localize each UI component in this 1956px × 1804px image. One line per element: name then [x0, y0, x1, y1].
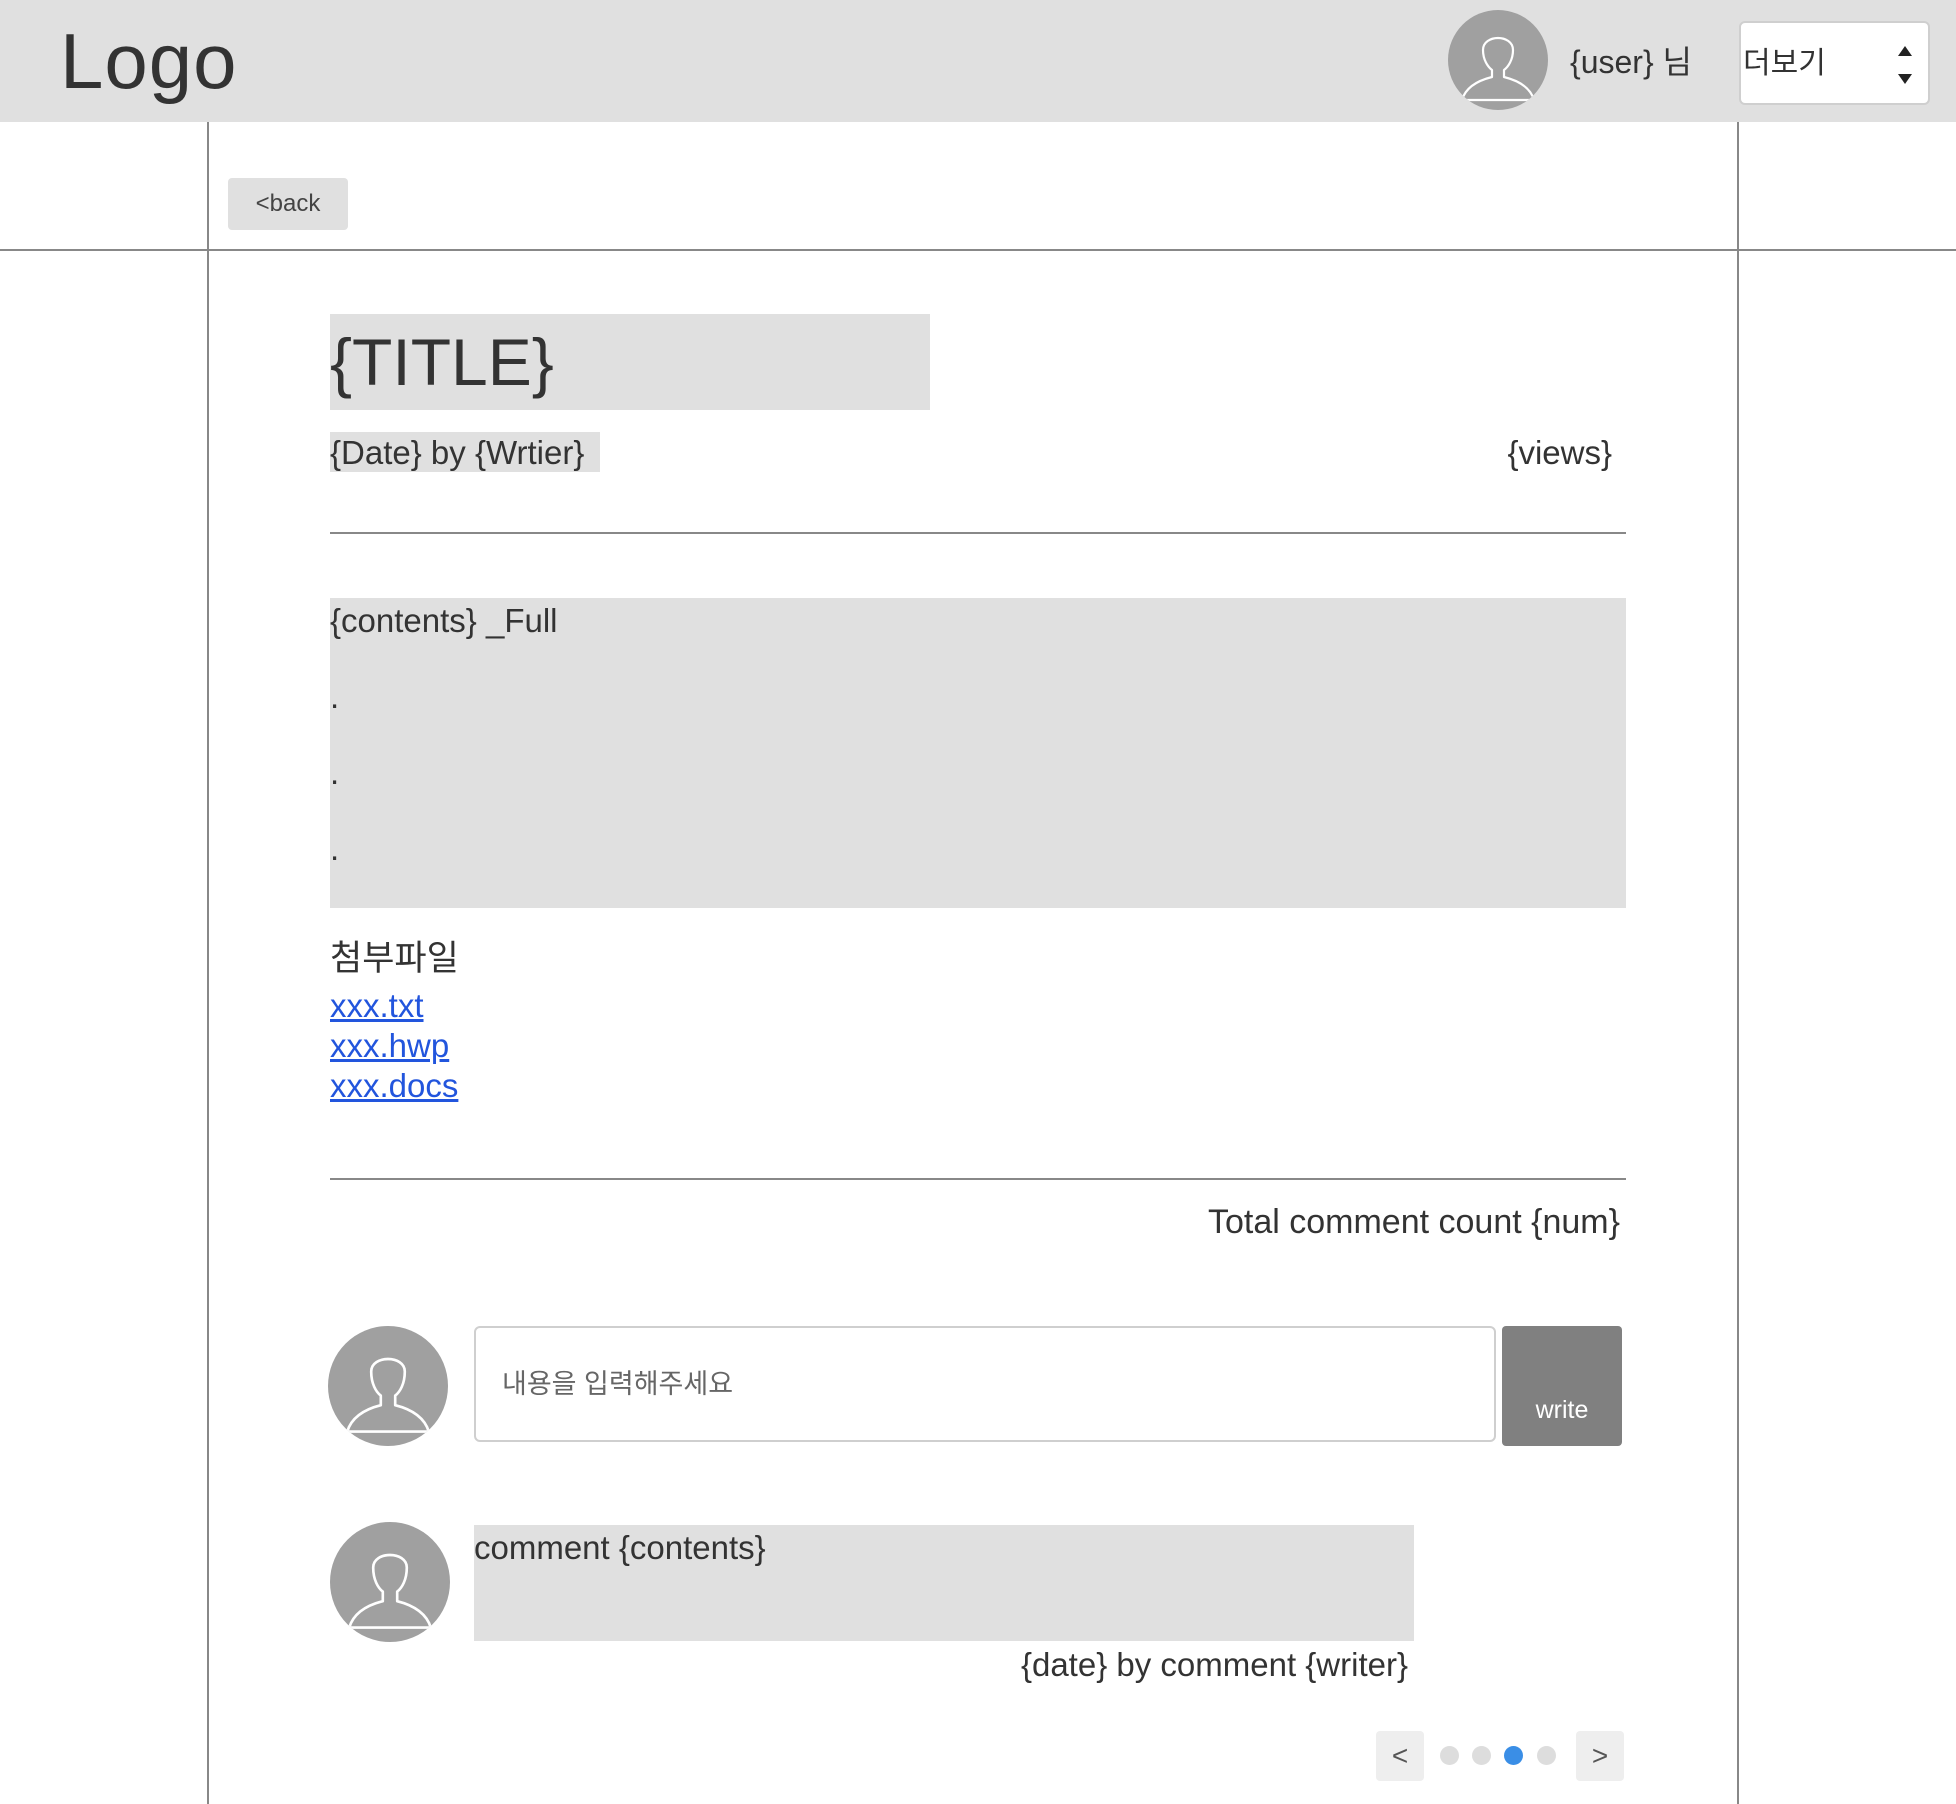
comment-item: comment {contents}	[474, 1525, 1414, 1641]
post-meta-block: {Date} by {Wrtier}	[330, 432, 600, 472]
pagination-prev-button[interactable]: <	[1376, 1731, 1424, 1781]
comments-divider	[330, 1178, 1626, 1180]
user-greeting: {user} 님	[1570, 44, 1692, 80]
attachments-title: 첨부파일	[330, 939, 459, 978]
pagination-dot[interactable]	[1537, 1746, 1556, 1765]
attachment-link[interactable]: xxx.txt	[330, 986, 424, 1026]
more-select-value: 더보기	[1743, 47, 1826, 80]
comment-meta: {date} by comment {writer}	[1020, 1646, 1408, 1683]
post-contents-heading: {contents} _Full	[330, 602, 558, 639]
post-title-block: {TITLE}	[330, 314, 930, 410]
post-meta: {Date} by {Wrtier}	[330, 434, 585, 471]
right-column-divider	[1737, 122, 1739, 1804]
subheader-divider	[0, 249, 1956, 251]
post-contents-line: .	[330, 678, 340, 715]
left-column-divider	[207, 122, 209, 1804]
up-down-arrows-icon	[1896, 45, 1914, 85]
back-button[interactable]: <back	[228, 178, 348, 230]
post-contents-line: .	[330, 754, 340, 791]
comment-input[interactable]	[474, 1326, 1496, 1442]
logo[interactable]: Logo	[60, 18, 238, 104]
total-comment-count: Total comment count {num}	[1207, 1203, 1620, 1241]
pagination-dot[interactable]	[1504, 1746, 1523, 1765]
post-views: {views}	[1507, 434, 1612, 471]
post-divider	[330, 532, 1626, 534]
more-select[interactable]: 더보기	[1739, 21, 1930, 105]
current-user-avatar-icon	[328, 1326, 448, 1446]
comment-contents: comment {contents}	[474, 1529, 766, 1566]
pagination-next-button[interactable]: >	[1576, 1731, 1624, 1781]
post-contents-line: .	[330, 830, 340, 867]
write-button[interactable]: write	[1502, 1326, 1622, 1446]
top-header: Logo {user} 님 더보기	[0, 0, 1956, 122]
attachment-link[interactable]: xxx.docs	[330, 1066, 458, 1106]
post-contents: {contents} _Full . . .	[330, 598, 1626, 908]
attachment-link[interactable]: xxx.hwp	[330, 1026, 449, 1066]
pagination-dot[interactable]	[1472, 1746, 1491, 1765]
post-title: {TITLE}	[330, 325, 554, 399]
pagination-dot[interactable]	[1440, 1746, 1459, 1765]
user-avatar-icon[interactable]	[1448, 10, 1548, 110]
commenter-avatar-icon	[330, 1522, 450, 1642]
